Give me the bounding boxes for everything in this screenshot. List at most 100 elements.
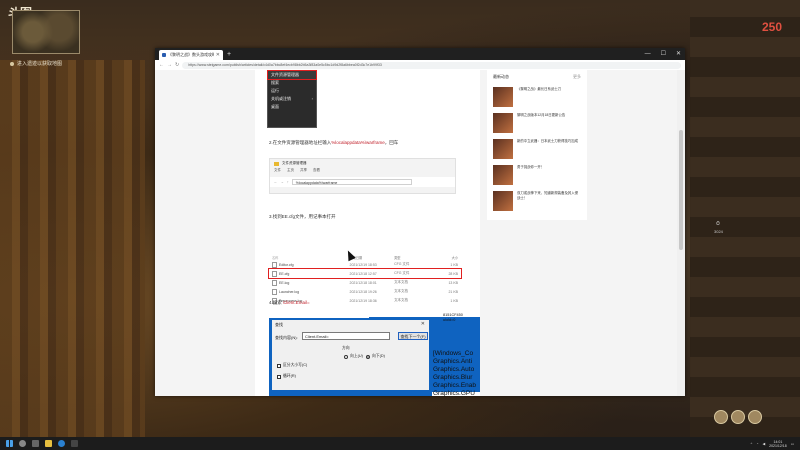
find-label: 查找内容(N):	[275, 335, 298, 340]
news-item[interactable]: 勇于挑战你一开！	[487, 162, 587, 188]
ammo-counter: 250	[762, 20, 783, 34]
windows-taskbar: ^ ◔ ◀ 14:01 2021/12/18 ▭	[0, 437, 800, 450]
skill-bar	[714, 410, 762, 424]
site-favicon-icon	[162, 53, 166, 57]
news-thumbnail	[493, 87, 513, 107]
news-thumbnail	[493, 113, 513, 133]
file-icon	[272, 279, 277, 286]
file-icon	[272, 288, 277, 295]
dialog-title: 查找	[275, 322, 283, 327]
ctx-item-run: 运行	[271, 88, 279, 93]
news-title: 勇于挑战你一开！	[517, 165, 545, 169]
news-thumbnail	[493, 139, 513, 159]
step-3-text: 3.找到EE.cfg文件，用记事本打开	[269, 214, 336, 219]
window-controls: — ☐ ✕	[645, 48, 681, 60]
game-pillar-right	[690, 0, 800, 437]
chevron-up-icon[interactable]: ^	[751, 442, 753, 446]
explorer-screenshot: 文件资源管理器 文件 主页 共享 查看 ← → ↑ %localappdata%…	[269, 158, 456, 194]
system-tray: ^ ◔ ◀ 14:01 2021/12/18 ▭	[751, 437, 794, 450]
code-snippet: [Windows_Co Graphics.Anti Graphics.Auto …	[433, 350, 476, 397]
news-item[interactable]: 《黎明之战》最长日系武士刀	[487, 84, 587, 110]
tab-close-icon[interactable]: ✕	[216, 52, 220, 58]
start-icon[interactable]	[6, 440, 13, 447]
file-icon	[272, 270, 277, 277]
step-4-text: 4.搜索 Client.Email=	[269, 300, 310, 305]
direction-up: 向上(U)	[344, 354, 363, 359]
find-dialog-body: 查找 ✕ 查找内容(N): Client.Email= 查找下一个(F) 方向 …	[272, 320, 429, 390]
maximize-icon[interactable]: ☐	[661, 48, 666, 60]
direction-down: 向下(D)	[366, 354, 385, 359]
ctx-item-file-explorer: 文件资源管理器	[267, 70, 317, 80]
find-input: Client.Email=	[302, 332, 390, 340]
ctx-item-shutdown: 关机或注销 ›	[271, 96, 313, 101]
new-tab-icon[interactable]: +	[227, 51, 231, 58]
sidebar-header: 最新动态 更多	[487, 70, 587, 84]
volume-icon[interactable]: ◀	[762, 442, 765, 446]
ctx-item-search: 搜索	[271, 80, 279, 85]
news-title: 新的中立武器：日本武士刀获得技巧加成	[517, 139, 579, 143]
sidebar-title: 最新动态	[493, 74, 509, 79]
timer-text: 3024	[714, 229, 723, 234]
search-icon[interactable]	[19, 440, 26, 447]
context-menu-screenshot: 文件资源管理器 搜索 运行 关机或注销 › 桌面	[267, 70, 317, 128]
news-thumbnail	[493, 191, 513, 211]
radio-icon	[344, 354, 348, 359]
code-snippet-top: 8151CF450 ulold=0	[443, 313, 463, 322]
task-view-icon[interactable]	[32, 440, 39, 447]
explorer-path: %localappdata%\warframe	[291, 179, 412, 185]
find-next-button: 查找下一个(F)	[398, 332, 428, 340]
news-item[interactable]: 新的中立武器：日本武士刀获得技巧加成	[487, 136, 587, 162]
page-scrollbar[interactable]	[677, 70, 685, 396]
url-field[interactable]: https://www.steigame.com/publish/article…	[182, 61, 681, 69]
ctx-item-desktop: 桌面	[271, 104, 279, 109]
step-2-text: 2.在文件资源管理器地址栏输入%localappdata%\warframe，回…	[269, 140, 399, 145]
timer-icon: ⏱	[716, 221, 720, 227]
close-window-icon[interactable]: ✕	[676, 48, 681, 60]
news-item[interactable]: 双刀或战神下来，知道新规装备及其入侵战士！	[487, 188, 587, 214]
browser-tab[interactable]: 《黎明之战》数头游戏攻略 ✕	[159, 50, 223, 60]
notification-icon[interactable]: ▭	[791, 442, 794, 446]
file-row-highlighted: EE.cfg 2021/12/18 12:57 CFG 文件 28 KB	[268, 268, 462, 279]
news-title: 《黎明之战》最长日系武士刀	[517, 87, 562, 91]
edge-icon[interactable]	[58, 440, 65, 447]
explorer-title: 文件资源管理器	[270, 159, 455, 168]
skill-icon[interactable]	[731, 410, 745, 424]
match-case-option: 区分大小写(C)	[277, 363, 307, 368]
forward-icon: →	[280, 180, 285, 184]
tab-title: 《黎明之战》数头游戏攻略	[168, 52, 214, 57]
file-list-screenshot: 名称 修改日期 类型 大小 Editor.cfg 2021/12/19 18:5…	[268, 255, 462, 305]
file-icon	[272, 261, 277, 268]
folder-icon	[274, 161, 279, 166]
explorer-address: ← → ↑ %localappdata%\warframe	[270, 177, 455, 187]
game-pillar-left	[0, 60, 145, 437]
news-title: 双刀或战神下来，知道新规装备及其入侵战士！	[517, 191, 579, 200]
radio-selected-icon	[366, 354, 370, 359]
file-explorer-icon[interactable]	[45, 440, 52, 447]
back-icon[interactable]: ←	[159, 62, 164, 68]
network-icon[interactable]: ◔	[756, 442, 758, 446]
scrollbar-thumb[interactable]	[679, 130, 683, 250]
skill-icon[interactable]	[714, 410, 728, 424]
hud-hint: 进入遗迹以获取地图	[10, 60, 62, 67]
hint-icon	[10, 61, 14, 66]
up-icon: ↑	[287, 180, 289, 184]
chevron-right-icon: ›	[311, 96, 313, 101]
sidebar-more-link[interactable]: 更多	[573, 74, 581, 80]
news-item[interactable]: 黎明之战版本12月18日更新公告	[487, 110, 587, 136]
find-dialog: 查找 ✕ 查找内容(N): Client.Email= 查找下一个(F) 方向 …	[269, 318, 432, 396]
clock[interactable]: 14:01 2021/12/18	[769, 440, 787, 448]
forward-icon[interactable]: →	[167, 62, 172, 68]
hud-hint-text: 进入遗迹以获取地图	[17, 61, 63, 67]
skill-icon[interactable]	[748, 410, 762, 424]
game-app-icon[interactable]	[71, 440, 78, 447]
dialog-close-icon: ✕	[420, 321, 425, 327]
tab-bar: 《黎明之战》数头游戏攻略 ✕ + — ☐ ✕	[155, 48, 685, 60]
news-thumbnail	[493, 165, 513, 185]
checkbox-icon	[277, 374, 281, 379]
minimize-icon[interactable]: —	[645, 48, 651, 60]
back-icon: ←	[274, 180, 278, 184]
file-row: Launcher.log 2021/12/18 19:26 文本文档 21 KB	[269, 287, 461, 296]
minimap	[12, 10, 80, 54]
reload-icon[interactable]: ↻	[175, 62, 179, 68]
direction-label: 方向	[342, 346, 350, 350]
